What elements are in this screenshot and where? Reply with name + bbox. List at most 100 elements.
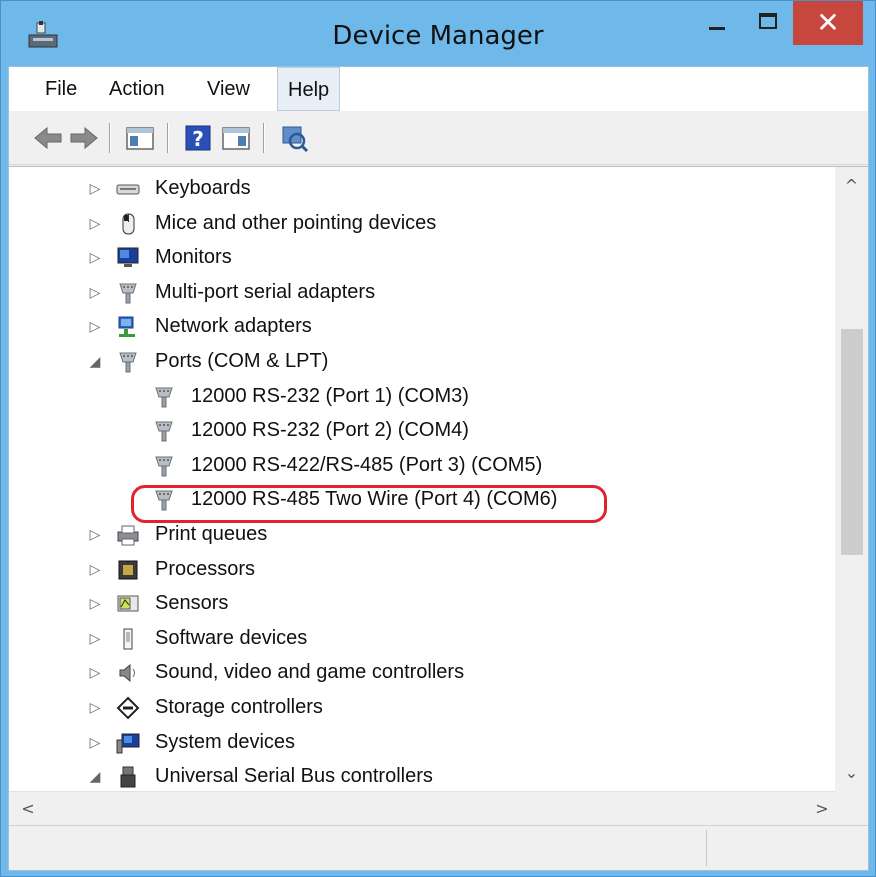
serial-port-icon [155,456,173,477]
expand-arrow-icon[interactable]: ▷ [85,171,105,205]
expand-arrow-icon[interactable]: ▷ [85,690,105,724]
tree-category-item[interactable]: ▷ Mice and other pointing devices [9,206,835,240]
serial-port-icon [155,387,173,408]
back-arrow-icon[interactable] [31,121,65,155]
serial-port-icon [155,490,173,511]
tree-category-item[interactable]: ▷ Print queues [9,517,835,551]
scan-hardware-icon[interactable] [277,121,311,155]
scroll-right-icon[interactable]: > [807,792,837,826]
printer-icon [117,525,139,546]
client-area: File Action View Help ? ▷ Keyboards ▷ Mi… [8,66,869,871]
tree-category-item[interactable]: ▷ Sound, video and game controllers [9,655,835,689]
collapse-arrow-icon[interactable]: ◢ [85,759,105,792]
maximize-button[interactable] [741,1,793,45]
serial-port-icon [119,352,137,373]
close-icon: ✕ [816,6,840,39]
device-manager-window: Device Manager ✕ File Action View Help ?… [0,0,876,877]
vertical-scroll-thumb[interactable] [841,329,863,555]
tree-item-label: Sound, video and game controllers [155,661,465,684]
mouse-icon [122,213,135,235]
scroll-left-icon[interactable]: < [13,792,43,826]
minimize-button[interactable] [689,1,741,45]
tree-item-label: 12000 RS-232 (Port 2) (COM4) [191,419,469,442]
expand-arrow-icon[interactable]: ▷ [85,206,105,240]
device-tree-pane: ▷ Keyboards ▷ Mice and other pointing devic… [9,166,868,792]
menu-help[interactable]: Help [277,67,341,111]
tree-child-item[interactable]: 12000 RS-232 (Port 1) (COM3) [9,379,835,413]
serial-port-icon [119,283,137,304]
tree-child-item[interactable]: 12000 RS-232 (Port 2) (COM4) [9,413,835,447]
device-tree[interactable]: ▷ Keyboards ▷ Mice and other pointing devic… [9,167,835,792]
monitor-icon [117,247,139,268]
horizontal-scrollbar[interactable]: < > [9,791,835,825]
status-bar [9,825,868,870]
scroll-down-icon[interactable]: ⌄ [835,758,868,788]
software-device-icon [123,628,133,650]
sensor-icon [117,595,139,612]
collapse-arrow-icon[interactable]: ◢ [85,344,105,378]
serial-port-icon [155,421,173,442]
storage-icon [116,696,140,720]
expand-arrow-icon[interactable]: ▷ [85,655,105,689]
tree-category-item[interactable]: ◢ Universal Serial Bus controllers [9,759,835,792]
expand-arrow-icon[interactable]: ▷ [85,586,105,620]
expand-arrow-icon[interactable]: ▷ [85,240,105,274]
tree-item-label: 12000 RS-232 (Port 1) (COM3) [191,384,469,407]
svg-text:?: ? [192,127,204,151]
expand-arrow-icon[interactable]: ▷ [85,621,105,655]
tree-category-item[interactable]: ▷ Network adapters [9,309,835,343]
show-hide-tree-icon[interactable] [123,121,157,155]
tree-item-label: Monitors [155,246,232,269]
tree-item-label: Multi-port serial adapters [155,280,376,303]
tree-category-item[interactable]: ▷ Storage controllers [9,690,835,724]
tree-item-label: Processors [155,557,256,580]
tree-category-item[interactable]: ◢ Ports (COM & LPT) [9,344,835,378]
expand-arrow-icon [85,448,105,482]
tree-item-label: Keyboards [155,177,251,199]
expand-arrow-icon[interactable]: ▷ [85,725,105,759]
title-bar[interactable]: Device Manager ✕ [1,1,875,65]
tree-item-label: System devices [155,730,296,753]
menu-action[interactable]: Action [99,67,175,111]
tree-category-item[interactable]: ▷ Processors [9,552,835,586]
status-pane-secondary [707,830,868,866]
status-pane-main [9,830,707,866]
speaker-icon [119,664,135,683]
tree-category-item[interactable]: ▷ Monitors [9,240,835,274]
expand-arrow-icon[interactable]: ▷ [85,275,105,309]
system-icon [116,733,140,754]
toolbar: ? [9,111,868,165]
expand-arrow-icon [85,413,105,447]
minimize-icon [709,27,725,30]
menu-view[interactable]: View [197,67,260,111]
toolbar-separator [167,123,169,153]
tree-category-item[interactable]: ▷ Software devices [9,621,835,655]
tree-item-label: Network adapters [155,315,312,338]
scrollbar-corner [835,791,868,825]
tree-item-label: Software devices [155,626,308,649]
scroll-up-icon[interactable]: ^ [835,171,868,201]
tree-item-label: Mice and other pointing devices [155,211,437,234]
tree-category-item[interactable]: ▷ System devices [9,725,835,759]
help-icon[interactable]: ? [181,121,215,155]
tree-item-label: Ports (COM & LPT) [155,350,329,372]
expand-arrow-icon [85,482,105,516]
tree-category-item[interactable]: ▷ Multi-port serial adapters [9,275,835,309]
tree-category-item[interactable]: ▷ Keyboards [9,171,835,205]
tree-item-label: Storage controllers [155,696,323,718]
forward-arrow-icon[interactable] [67,121,101,155]
keyboard-icon [116,184,140,195]
tree-item-label: 12000 RS-485 Two Wire (Port 4) (COM6) [191,488,558,511]
expand-arrow-icon[interactable]: ▷ [85,517,105,551]
properties-icon[interactable] [219,121,253,155]
tree-child-item[interactable]: 12000 RS-422/RS-485 (Port 3) (COM5) [9,448,835,482]
processor-icon [118,560,138,580]
expand-arrow-icon[interactable]: ▷ [85,552,105,586]
close-button[interactable]: ✕ [793,1,863,45]
tree-item-label: Print queues [155,523,268,545]
tree-category-item[interactable]: ▷ Sensors [9,586,835,620]
expand-arrow-icon[interactable]: ▷ [85,309,105,343]
tree-child-item[interactable]: 12000 RS-485 Two Wire (Port 4) (COM6) [9,482,835,516]
vertical-scrollbar[interactable]: ^ ⌄ [835,167,868,792]
menu-file[interactable]: File [35,67,87,111]
